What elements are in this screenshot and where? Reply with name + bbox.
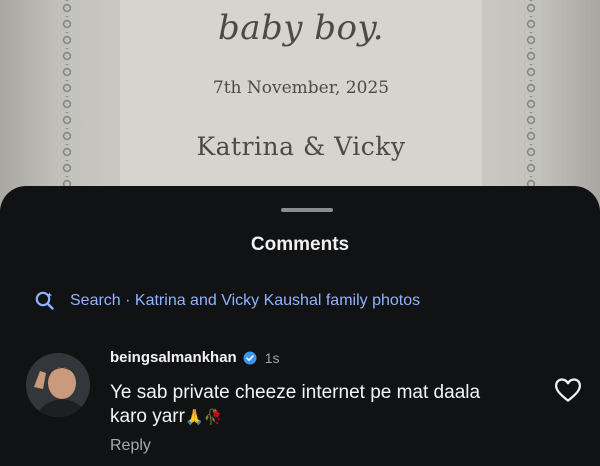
verified-badge-icon [243,351,257,365]
announcement-line-1: baby boy. [217,8,385,48]
sheet-title: Comments [250,234,350,255]
announcement-card: baby boy. 7th November, 2025 Katrina & V… [120,0,482,190]
heart-outline-icon[interactable] [553,375,583,405]
decorative-border-left [58,0,76,190]
decorative-border-right [522,0,540,190]
comment-item: beingsalmankhan 1s Ye sab private cheeze… [26,349,586,459]
comment-username[interactable]: beingsalmankhan [110,349,237,366]
search-suggestion-text: Search · Katrina and Vicky Kaushal famil… [70,292,421,309]
comment-header: beingsalmankhan 1s [110,349,280,366]
sheet-drag-handle[interactable] [281,208,333,212]
search-suggestion[interactable]: Search · Katrina and Vicky Kaushal famil… [34,289,420,313]
announcement-names: Katrina & Vicky [196,132,406,161]
comments-sheet: Comments Search · Katrina and Vicky Kaus… [0,186,600,466]
comment-timestamp: 1s [264,349,280,366]
search-icon [34,290,56,312]
comment-emojis: 🙏🥀 [184,409,223,426]
comment-text-block: Ye sab private cheeze internet pe mat da… [110,381,510,430]
reply-button[interactable]: Reply [110,437,151,455]
avatar[interactable] [26,353,90,417]
announcement-date: 7th November, 2025 [212,78,390,98]
comment-text: Ye sab private cheeze internet pe mat da… [110,382,481,427]
